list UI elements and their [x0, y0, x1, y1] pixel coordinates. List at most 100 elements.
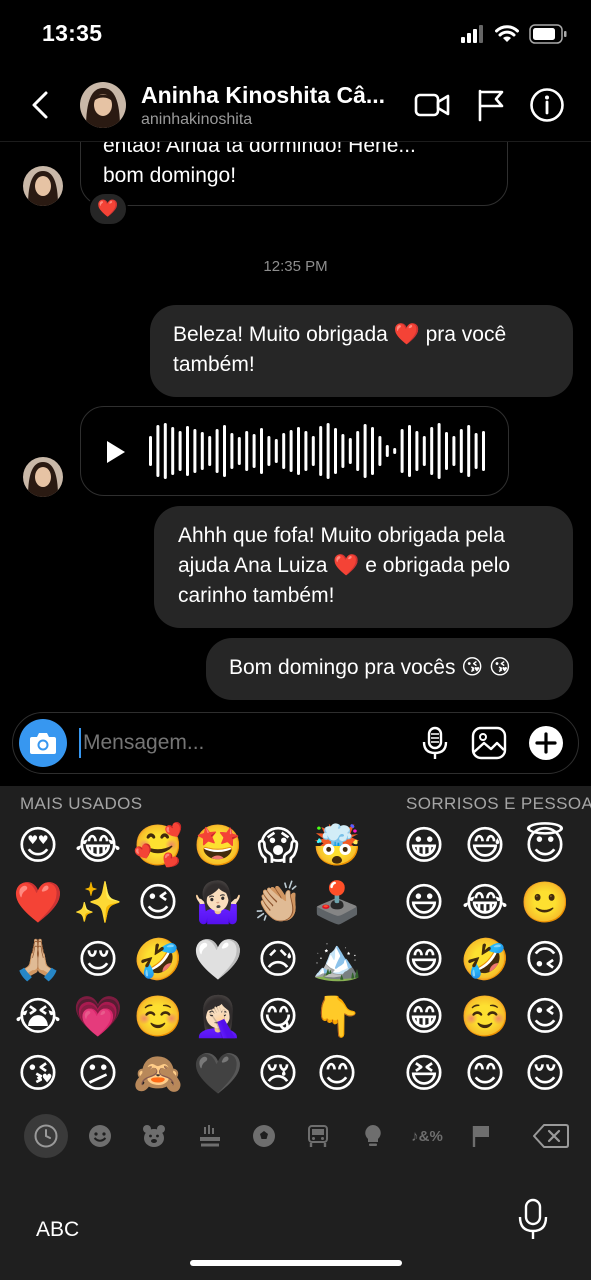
waveform-bar: [252, 434, 256, 468]
audio-message[interactable]: [80, 406, 509, 496]
waveform-bar: [200, 432, 204, 470]
emoji-key[interactable]: 😉: [519, 991, 571, 1043]
ball-icon[interactable]: [242, 1114, 286, 1158]
waveform-bar: [297, 427, 300, 475]
wifi-icon: [495, 25, 519, 42]
emoji-key[interactable]: 😭: [12, 991, 64, 1043]
play-icon[interactable]: [103, 439, 129, 465]
emoji-key[interactable]: 🙏🏼: [12, 934, 64, 986]
emoji-key[interactable]: ❤️: [12, 877, 64, 929]
contact-username[interactable]: aninhakinoshita: [141, 111, 252, 129]
animal-icon[interactable]: [132, 1114, 176, 1158]
waveform-bar: [163, 423, 167, 479]
video-call-icon[interactable]: [413, 86, 451, 124]
gallery-icon[interactable]: [471, 725, 507, 761]
outgoing-message[interactable]: Bom domingo pra vocês 😘 😘: [206, 638, 573, 700]
emoji-key[interactable]: 🤣: [132, 934, 184, 986]
emoji-key[interactable]: 🥰: [132, 820, 184, 872]
emoji-key[interactable]: 😥: [252, 934, 304, 986]
waveform-bar: [186, 426, 189, 476]
message-composer: [12, 712, 579, 774]
waveform-bar: [237, 437, 241, 465]
waveform-bar: [371, 427, 374, 475]
emoji-key[interactable]: 🤣: [459, 934, 511, 986]
emoji-key[interactable]: 😇: [519, 820, 571, 872]
waveform-bar: [452, 436, 456, 466]
incoming-message[interactable]: então! Ainda tá dormindo! Hehe... bom do…: [80, 142, 508, 206]
emoji-key[interactable]: 😋: [252, 991, 304, 1043]
waveform-bar: [348, 438, 352, 464]
emoji-key[interactable]: 😂: [459, 877, 511, 929]
flag-icon[interactable]: [472, 86, 510, 124]
waveform-bar: [326, 423, 330, 479]
bulb-icon[interactable]: [351, 1114, 395, 1158]
waveform-bar: [385, 445, 389, 457]
emoji-key[interactable]: 😃: [398, 877, 450, 929]
emoji-key[interactable]: 😁: [398, 991, 450, 1043]
emoji-key[interactable]: 🤍: [192, 934, 244, 986]
emoji-key[interactable]: 😀: [398, 820, 450, 872]
emoji-key[interactable]: 😄: [398, 934, 450, 986]
delete-icon[interactable]: [528, 1114, 574, 1158]
emoji-key[interactable]: 😅: [459, 820, 511, 872]
emoji-key[interactable]: 😉: [132, 877, 184, 929]
emoji-key[interactable]: 😊: [459, 1048, 511, 1100]
emoji-key[interactable]: 🤯: [311, 820, 363, 872]
emoji-key[interactable]: 🤦🏻‍♀️: [192, 991, 244, 1043]
emoji-key[interactable]: 🏔️: [311, 934, 363, 986]
clock-icon[interactable]: [24, 1114, 68, 1158]
car-icon[interactable]: [296, 1114, 340, 1158]
camera-button[interactable]: [19, 719, 67, 767]
chat-thread: então! Ainda tá dormindo! Hehe... bom do…: [0, 142, 591, 710]
emoji-key[interactable]: 😌: [72, 934, 124, 986]
emoji-key[interactable]: 😘: [12, 1048, 64, 1100]
emoji-key[interactable]: 👏🏼: [252, 877, 304, 929]
emoji-key[interactable]: 😂: [72, 820, 124, 872]
emoji-key[interactable]: 😍: [12, 820, 64, 872]
message-text-line: então! Ainda tá dormindo! Hehe...: [103, 142, 416, 157]
waveform-bar: [422, 436, 426, 466]
emoji-key[interactable]: 😱: [252, 820, 304, 872]
emoji-key[interactable]: 🙃: [519, 934, 571, 986]
flag-icon[interactable]: [460, 1114, 504, 1158]
emoji-key[interactable]: 🤷🏻‍♀️: [192, 877, 244, 929]
emoji-key[interactable]: 🤩: [192, 820, 244, 872]
emoji-key[interactable]: ☺️: [459, 991, 511, 1043]
emoji-key[interactable]: 😕: [72, 1048, 124, 1100]
waveform-bar: [223, 425, 226, 477]
symbols-icon[interactable]: ♪&%: [405, 1114, 449, 1158]
dictation-mic-icon[interactable]: [514, 1198, 552, 1242]
emoji-key[interactable]: 💗: [72, 991, 124, 1043]
message-text-line: ajuda Ana Luiza ❤️ e obrigada pelo: [178, 554, 511, 577]
emoji-key[interactable]: ☺️: [132, 991, 184, 1043]
abc-key[interactable]: ABC: [36, 1218, 79, 1242]
waveform-bar: [267, 436, 271, 466]
message-input[interactable]: [79, 728, 379, 758]
outgoing-message[interactable]: Ahhh que fofa! Muito obrigada pela ajuda…: [154, 506, 573, 628]
sender-avatar[interactable]: [23, 166, 63, 206]
emoji-key[interactable]: 🙈: [132, 1048, 184, 1100]
microphone-icon[interactable]: [417, 725, 453, 761]
emoji-key[interactable]: 😌: [519, 1048, 571, 1100]
contact-name[interactable]: Aninha Kinoshita Câ...: [141, 82, 401, 109]
sender-avatar[interactable]: [23, 457, 63, 497]
emoji-key[interactable]: 🖤: [192, 1048, 244, 1100]
emoji-key[interactable]: 🙂: [519, 877, 571, 929]
emoji-key[interactable]: 🕹️: [311, 877, 363, 929]
smiley-icon[interactable]: [78, 1114, 122, 1158]
back-arrow-icon[interactable]: [24, 88, 58, 122]
emoji-key[interactable]: 😊: [311, 1048, 363, 1100]
food-icon[interactable]: [188, 1114, 232, 1158]
avatar[interactable]: [80, 82, 126, 128]
emoji-key[interactable]: 😢: [252, 1048, 304, 1100]
emoji-key[interactable]: 👇: [311, 991, 363, 1043]
waveform-bar: [393, 448, 397, 454]
status-icons: [461, 24, 567, 44]
message-text-line: carinho também!: [178, 584, 335, 607]
add-icon[interactable]: [528, 725, 564, 761]
info-icon[interactable]: [528, 86, 566, 124]
emoji-key[interactable]: ✨: [72, 877, 124, 929]
emoji-key[interactable]: 😆: [398, 1048, 450, 1100]
outgoing-message[interactable]: Beleza! Muito obrigada ❤️ pra você també…: [150, 305, 573, 397]
message-reaction[interactable]: ❤️: [88, 192, 128, 226]
